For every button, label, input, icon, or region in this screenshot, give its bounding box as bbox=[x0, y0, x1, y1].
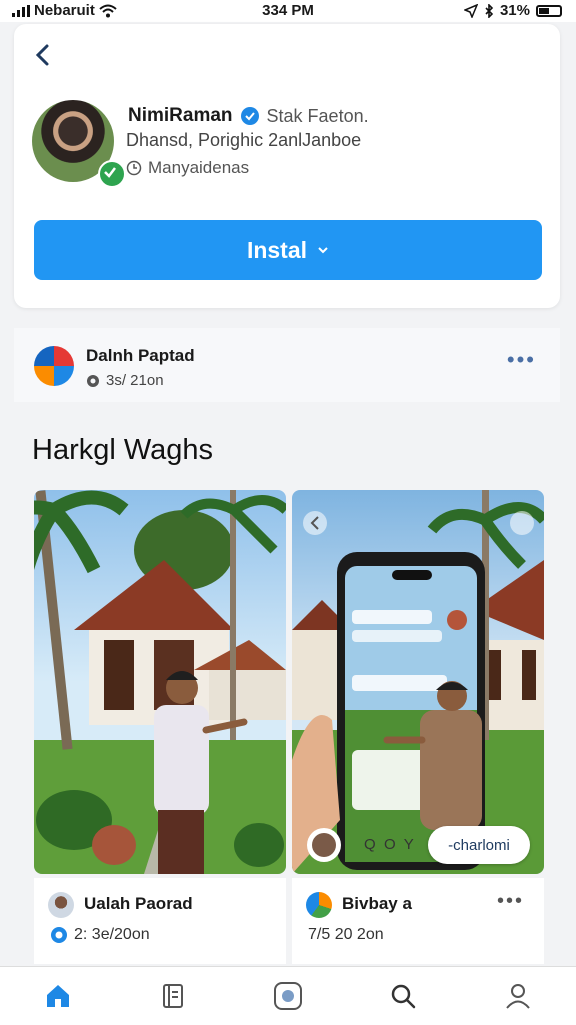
card-left-name: Ualah Paorad bbox=[84, 894, 193, 913]
online-check-icon bbox=[98, 160, 126, 188]
post-date: 3s/ 21on bbox=[106, 372, 164, 389]
chevron-down-icon bbox=[318, 247, 328, 254]
section-title: Harkgl Waghs bbox=[32, 434, 214, 466]
card-info-right[interactable]: Bivbay a 7/5 20 2on ••• bbox=[292, 878, 544, 964]
tab-profile[interactable] bbox=[498, 976, 538, 1016]
book-icon bbox=[162, 984, 183, 1008]
install-button-label: Instal bbox=[246, 236, 308, 263]
photo-left[interactable] bbox=[34, 490, 286, 874]
phone-pill[interactable]: -charlomi bbox=[428, 826, 530, 864]
tab-bar bbox=[0, 966, 576, 1025]
profile-bio: Dhansd, Porighic 2anlJanboe bbox=[126, 130, 362, 150]
phone-letters: Q O Y bbox=[364, 836, 414, 853]
card-left-date: 2: 3e/20on bbox=[74, 926, 150, 943]
search-icon bbox=[391, 984, 416, 1009]
post-title: Dalnh Paptad bbox=[86, 346, 195, 365]
photo-right-illustration bbox=[292, 490, 544, 874]
card-right-meta: 7/5 20 2on bbox=[308, 926, 384, 944]
shield-icon bbox=[51, 927, 67, 943]
post-header[interactable]: Dalnh Paptad 3s/ 21on ••• bbox=[14, 328, 560, 402]
card-right-avatar[interactable] bbox=[306, 892, 332, 918]
install-button[interactable]: Instal bbox=[34, 220, 542, 280]
card-more-options-icon[interactable]: ••• bbox=[497, 891, 524, 911]
tab-library[interactable] bbox=[153, 976, 193, 1016]
card-right-name: Bivbay a bbox=[342, 894, 412, 913]
more-options-icon[interactable]: ••• bbox=[507, 349, 536, 371]
phone-pill-text: -charlomi bbox=[448, 836, 510, 854]
profile-location: Manyaidenas bbox=[126, 158, 249, 178]
profile-icon bbox=[506, 984, 531, 1009]
photo-left-illustration bbox=[34, 490, 286, 874]
location-icon bbox=[463, 3, 478, 18]
apps-icon bbox=[273, 982, 302, 1010]
card-left-avatar[interactable] bbox=[48, 892, 74, 918]
card-left-meta: 2: 3e/20on bbox=[50, 926, 150, 944]
profile-location-text: Manyaidenas bbox=[148, 158, 250, 177]
tab-home[interactable] bbox=[38, 976, 78, 1016]
time-icon bbox=[87, 374, 99, 387]
photo-right[interactable]: Q O Y -charlomi bbox=[292, 490, 544, 874]
post-meta: 3s/ 21on bbox=[86, 372, 164, 389]
status-bar: Nebaruit 334 PM 31% bbox=[0, 0, 576, 22]
status-right: 31% bbox=[463, 2, 562, 19]
battery-percent: 31% bbox=[499, 2, 530, 19]
home-icon bbox=[46, 985, 69, 1007]
bluetooth-icon bbox=[485, 3, 494, 18]
profile-role: Stak Faeton. bbox=[266, 105, 369, 126]
profile-name-row: NimiRaman Stak Faeton. bbox=[128, 105, 369, 127]
card-info-left[interactable]: Ualah Paorad 2: 3e/20on bbox=[34, 878, 286, 964]
battery-icon bbox=[536, 4, 562, 17]
profile-card: NimiRaman Stak Faeton. Dhansd, Porighic … bbox=[14, 24, 560, 308]
profile-name: NimiRaman bbox=[128, 105, 233, 126]
post-avatar[interactable] bbox=[34, 346, 74, 386]
back-icon[interactable] bbox=[28, 40, 58, 70]
clock-icon bbox=[126, 160, 142, 176]
tab-search[interactable] bbox=[383, 976, 423, 1016]
verified-icon bbox=[240, 107, 259, 125]
card-right-date: 7/5 20 2on bbox=[308, 926, 384, 943]
tab-apps[interactable] bbox=[268, 976, 308, 1016]
